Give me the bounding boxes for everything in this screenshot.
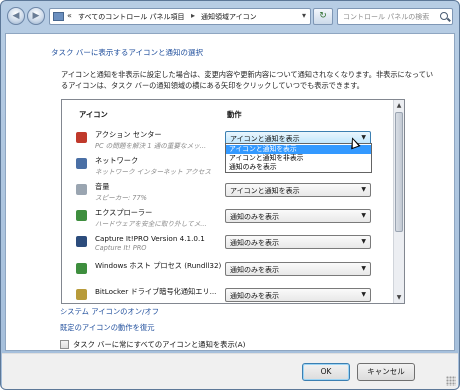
item-name: ネットワーク	[95, 156, 139, 165]
control-panel-folder-icon	[53, 12, 64, 21]
chevron-down-icon: ▼	[361, 212, 366, 219]
address-history-dropdown[interactable]: ▾	[302, 11, 306, 20]
cancel-button[interactable]: キャンセル	[357, 363, 415, 381]
resize-grip-icon[interactable]	[446, 376, 456, 386]
behavior-select[interactable]: 通知のみを表示 ▼	[225, 209, 371, 223]
item-name: Capture It!PRO Version 4.1.0.1	[95, 234, 205, 243]
item-name: BitLocker ドライブ暗号化通知エリ...	[95, 287, 217, 296]
refresh-icon: ↻	[319, 11, 327, 21]
behavior-select[interactable]: 通知のみを表示 ▼	[225, 288, 371, 302]
item-name: エクスプローラー	[95, 208, 153, 217]
navigation-bar: ◀ ▶ « すべてのコントロール パネル項目 ▸ 通知領域アイコン ▾ ↻ コン…	[1, 1, 459, 31]
behavior-select-value: 通知のみを表示	[230, 266, 279, 274]
bitlocker-icon	[76, 289, 87, 300]
usb-device-icon	[76, 210, 87, 221]
item-name: Windows ホスト プロセス (Rundll32)	[95, 261, 222, 270]
dropdown-option-notifications-only[interactable]: 通知のみを表示	[226, 163, 371, 172]
behavior-select-value: アイコンと通知を表示	[230, 187, 300, 195]
behavior-select-value: 通知のみを表示	[230, 292, 279, 300]
item-description: ネットワーク インターネット アクセス	[95, 168, 211, 176]
always-show-checkbox[interactable]	[60, 340, 69, 349]
back-button[interactable]: ◀	[7, 7, 25, 25]
forward-button[interactable]: ▶	[27, 7, 45, 25]
search-box[interactable]: コントロール パネルの検索	[337, 8, 453, 25]
forward-arrow-icon: ▶	[32, 11, 40, 21]
item-name: アクション センター	[95, 130, 162, 139]
item-description: スピーカー: 77%	[95, 194, 147, 202]
behavior-select[interactable]: 通知のみを表示 ▼	[225, 235, 371, 249]
breadcrumb-notification-icons[interactable]: 通知領域アイコン	[201, 12, 257, 22]
control-panel-window: ◀ ▶ « すべてのコントロール パネル項目 ▸ 通知領域アイコン ▾ ↻ コン…	[0, 0, 460, 390]
breadcrumb-overflow[interactable]: «	[67, 11, 72, 20]
breadcrumb-separator[interactable]: ▸	[191, 11, 195, 20]
behavior-select[interactable]: 通知のみを表示 ▼	[225, 262, 371, 276]
search-placeholder: コントロール パネルの検索	[343, 13, 430, 21]
behavior-select-value: 通知のみを表示	[230, 213, 279, 221]
chevron-down-icon: ▼	[361, 265, 366, 272]
search-icon[interactable]	[440, 12, 448, 20]
item-name: 音量	[95, 182, 110, 191]
restore-defaults-link[interactable]: 既定のアイコンの動作を復元	[60, 323, 155, 333]
chevron-down-icon: ▼	[361, 291, 366, 298]
action-center-flag-icon	[76, 132, 87, 143]
scroll-down-icon[interactable]: ▼	[394, 292, 404, 303]
scrollbar-thumb[interactable]	[395, 112, 403, 232]
list-scrollbar[interactable]: ▲ ▼	[393, 100, 404, 303]
address-bar[interactable]: « すべてのコントロール パネル項目 ▸ 通知領域アイコン ▾	[49, 8, 311, 25]
behavior-select-value: 通知のみを表示	[230, 239, 279, 247]
capture-icon	[76, 236, 87, 247]
chevron-down-icon: ▼	[361, 238, 366, 245]
chevron-down-icon: ▼	[361, 186, 366, 193]
ok-button[interactable]: OK	[302, 363, 350, 381]
page-title: タスク バーに表示するアイコンと通知の選択	[51, 48, 204, 57]
chevron-down-icon: ▼	[361, 134, 366, 141]
network-icon	[76, 158, 87, 169]
list-item: 音量スピーカー: 77% アイコンと通知を表示 ▼	[62, 180, 392, 206]
column-header-icon: アイコン	[79, 110, 108, 119]
back-arrow-icon: ◀	[12, 11, 20, 21]
breadcrumb-all-items[interactable]: すべてのコントロール パネル項目	[78, 12, 184, 22]
always-show-label[interactable]: タスク バーに常にすべてのアイコンと通知を表示(A)	[73, 340, 245, 350]
refresh-button[interactable]: ↻	[313, 8, 333, 25]
dropdown-option-hide-all[interactable]: アイコンと通知を非表示	[226, 154, 371, 163]
scroll-up-icon[interactable]: ▲	[394, 100, 404, 111]
system-icons-link[interactable]: システム アイコンのオン/オフ	[60, 307, 159, 317]
list-item: エクスプローラーハードウェアを安全に取り外してメ... 通知のみを表示 ▼	[62, 206, 392, 232]
item-description: ハードウェアを安全に取り外してメ...	[95, 220, 207, 228]
rundll-icon	[76, 263, 87, 274]
list-item: Windows ホスト プロセス (Rundll32) 通知のみを表示 ▼	[62, 259, 392, 285]
list-item: Capture It!PRO Version 4.1.0.1 Capture It…	[62, 232, 392, 258]
item-description: PC の問題を解決 1 通の重要なメッ...	[95, 142, 207, 150]
column-header-behavior: 動作	[227, 110, 242, 119]
item-description: Capture It! PRO	[95, 244, 147, 252]
list-item: BitLocker ドライブ暗号化通知エリ... 通知のみを表示 ▼	[62, 285, 392, 304]
speaker-icon	[76, 184, 87, 195]
page-description: アイコンと通知を非表示に設定した場合は、変更内容や更新内容について通知されなくな…	[61, 70, 434, 90]
behavior-select[interactable]: アイコンと通知を表示 ▼	[225, 183, 371, 197]
